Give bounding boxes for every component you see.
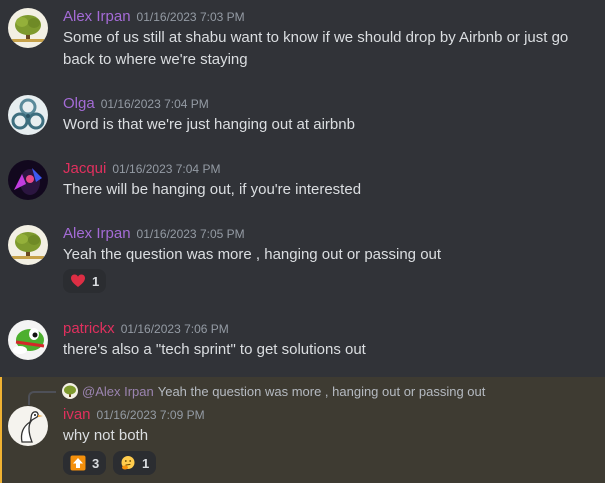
reply-text: Yeah the question was more , hanging out… [157,383,486,399]
red-heart-icon [71,274,85,287]
goose-avatar[interactable] [8,406,48,446]
message: Jacqui 01/16/2023 7:04 PM There will be h… [0,158,605,208]
neon-portrait-avatar[interactable] [8,160,48,200]
reaction-up-arrow[interactable]: 3 [63,451,107,475]
tree-avatar-small [62,383,78,399]
message-text: why not both [63,427,149,444]
reply-mention[interactable]: @Alex Irpan [82,384,154,399]
message-text: there's also a "tech sprint" to get solu… [63,341,366,358]
message-header: Alex Irpan 01/16/2023 7:05 PM [63,225,245,243]
reply-preview[interactable]: @Alex Irpan Yeah the question was more ,… [62,383,485,399]
thinking-face-icon [121,456,135,470]
reaction-count: 1 [142,455,150,471]
timestamp: 01/16/2023 7:03 PM [136,10,245,24]
username[interactable]: patrickx [63,320,115,337]
timestamp: 01/16/2023 7:04 PM [100,97,209,111]
timestamp: 01/16/2023 7:09 PM [96,408,205,422]
message-header: patrickx 01/16/2023 7:06 PM [63,320,229,338]
timestamp: 01/16/2023 7:05 PM [136,227,245,241]
message: ivan 01/16/2023 7:09 PM why not both 3 1 [0,404,605,483]
username[interactable]: Alex Irpan [63,8,131,25]
message-header: ivan 01/16/2023 7:09 PM [63,406,205,424]
timestamp: 01/16/2023 7:06 PM [120,322,229,336]
timestamp: 01/16/2023 7:04 PM [112,162,221,176]
chat-message-list: Alex Irpan 01/16/2023 7:03 PM Some of us … [0,0,605,483]
message: patrickx 01/16/2023 7:06 PM there's also … [0,318,605,368]
username[interactable]: Jacqui [63,160,106,177]
username[interactable]: Alex Irpan [63,225,131,242]
message-header: Jacqui 01/16/2023 7:04 PM [63,160,220,178]
message-text: Some of us still at shabu want to know i… [63,29,569,68]
message: Olga 01/16/2023 7:04 PM Word is that we'r… [0,93,605,143]
tree-avatar[interactable] [8,225,48,265]
reaction-heart[interactable]: 1 [63,269,107,293]
reaction-thinking[interactable]: 1 [113,451,157,475]
tree-avatar[interactable] [8,8,48,48]
username[interactable]: Olga [63,95,95,112]
message-text: Word is that we're just hanging out at a… [63,116,355,133]
reaction-count: 1 [92,273,100,289]
username[interactable]: ivan [63,406,91,423]
message-text: There will be hanging out, if you're int… [63,181,362,198]
reply-connector [28,391,56,405]
message-text: Yeah the question was more , hanging out… [63,246,442,263]
message-header: Olga 01/16/2023 7:04 PM [63,95,209,113]
triskele-avatar[interactable] [8,95,48,135]
up-arrow-icon [70,455,86,471]
message-header: Alex Irpan 01/16/2023 7:03 PM [63,8,245,26]
message: Alex Irpan 01/16/2023 7:03 PM Some of us … [0,0,605,75]
reaction-count: 3 [92,455,100,471]
message: Alex Irpan 01/16/2023 7:05 PM Yeah the qu… [0,223,605,298]
yoshi-avatar[interactable] [8,320,48,360]
